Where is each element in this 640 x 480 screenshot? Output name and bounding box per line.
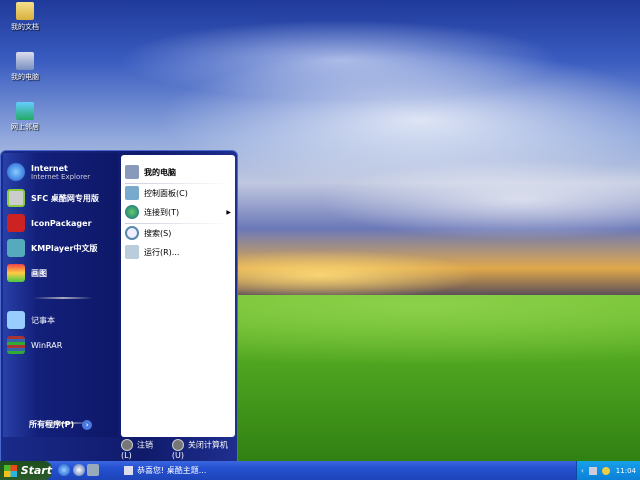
quicklaunch-desktop-icon[interactable] [87,464,99,476]
menu-item-sfc[interactable]: SFC 桌酷网专用版 [7,189,99,207]
notepad-icon [7,311,25,329]
tray-expand-icon[interactable]: ‹ [581,467,584,475]
menu-item-kmplayer[interactable]: KMPlayer中文版 [7,239,98,257]
start-button[interactable]: Start [0,461,52,480]
menu-item-control-panel[interactable]: 控制面板(C) [125,186,188,200]
iconpackager-icon [7,214,25,232]
volume-tray-icon[interactable] [602,466,611,475]
start-menu-right-panel: 我的电脑 控制面板(C) 连接到(T) ▶ 搜索(S) 运行(R)... [121,155,235,437]
desktop-icon-my-computer[interactable]: 我的电脑 [4,52,46,82]
windows-flag-icon [4,464,17,477]
kmplayer-icon [7,239,25,257]
separator [125,183,229,184]
ie-icon [7,163,25,181]
start-menu: Internet Internet Explorer SFC 桌酷网专用版 Ico… [0,150,238,462]
start-menu-left-panel: Internet Internet Explorer SFC 桌酷网专用版 Ico… [3,153,118,437]
network-tray-icon[interactable] [589,466,598,475]
separator [33,297,93,299]
desktop-icon-network[interactable]: 网上邻居 [4,102,46,132]
menu-item-paint[interactable]: 画图 [7,264,47,282]
all-programs-button[interactable]: 所有程序(P) › [29,419,93,430]
menu-item-notepad[interactable]: 记事本 [7,311,55,329]
desktop-icon-my-documents[interactable]: 我的文档 [4,2,46,32]
logoff-button[interactable]: 注销(L) [121,439,162,460]
taskbar: Start 恭喜您! 桌酷主题... ‹ 11:04 [0,461,640,480]
system-tray: ‹ 11:04 [576,461,640,480]
start-menu-footer: 注销(L) 关闭计算机(U) [121,439,237,460]
clock[interactable]: 11:04 [616,467,636,475]
submenu-arrow-icon: ▶ [226,208,231,216]
winrar-icon [7,336,25,354]
computer-icon [125,165,139,179]
computer-icon [16,52,34,70]
globe-icon [125,205,139,219]
shutdown-button[interactable]: 关闭计算机(U) [171,439,237,460]
arrow-right-icon: › [82,419,93,430]
taskbar-button[interactable]: 恭喜您! 桌酷主题... [120,462,230,479]
power-icon [171,439,184,451]
menu-item-winrar[interactable]: WinRAR [7,336,62,354]
folder-icon [16,2,34,20]
quicklaunch-ie-icon[interactable] [58,464,70,476]
menu-item-connect-to[interactable]: 连接到(T) ▶ [125,205,231,219]
separator [125,223,229,224]
network-icon [16,102,34,120]
menu-item-iconpackager[interactable]: IconPackager [7,214,92,232]
search-icon [125,226,139,240]
menu-item-internet[interactable]: Internet Internet Explorer [7,163,90,181]
sfc-icon [7,189,25,207]
paint-icon [7,264,25,282]
control-panel-icon [125,186,139,200]
menu-item-search[interactable]: 搜索(S) [125,226,171,240]
menu-item-run[interactable]: 运行(R)... [125,245,179,259]
run-icon [125,245,139,259]
logoff-icon [121,439,133,451]
window-icon [124,466,133,475]
quicklaunch-browser-icon[interactable] [73,464,85,476]
menu-item-my-computer[interactable]: 我的电脑 [125,165,176,179]
